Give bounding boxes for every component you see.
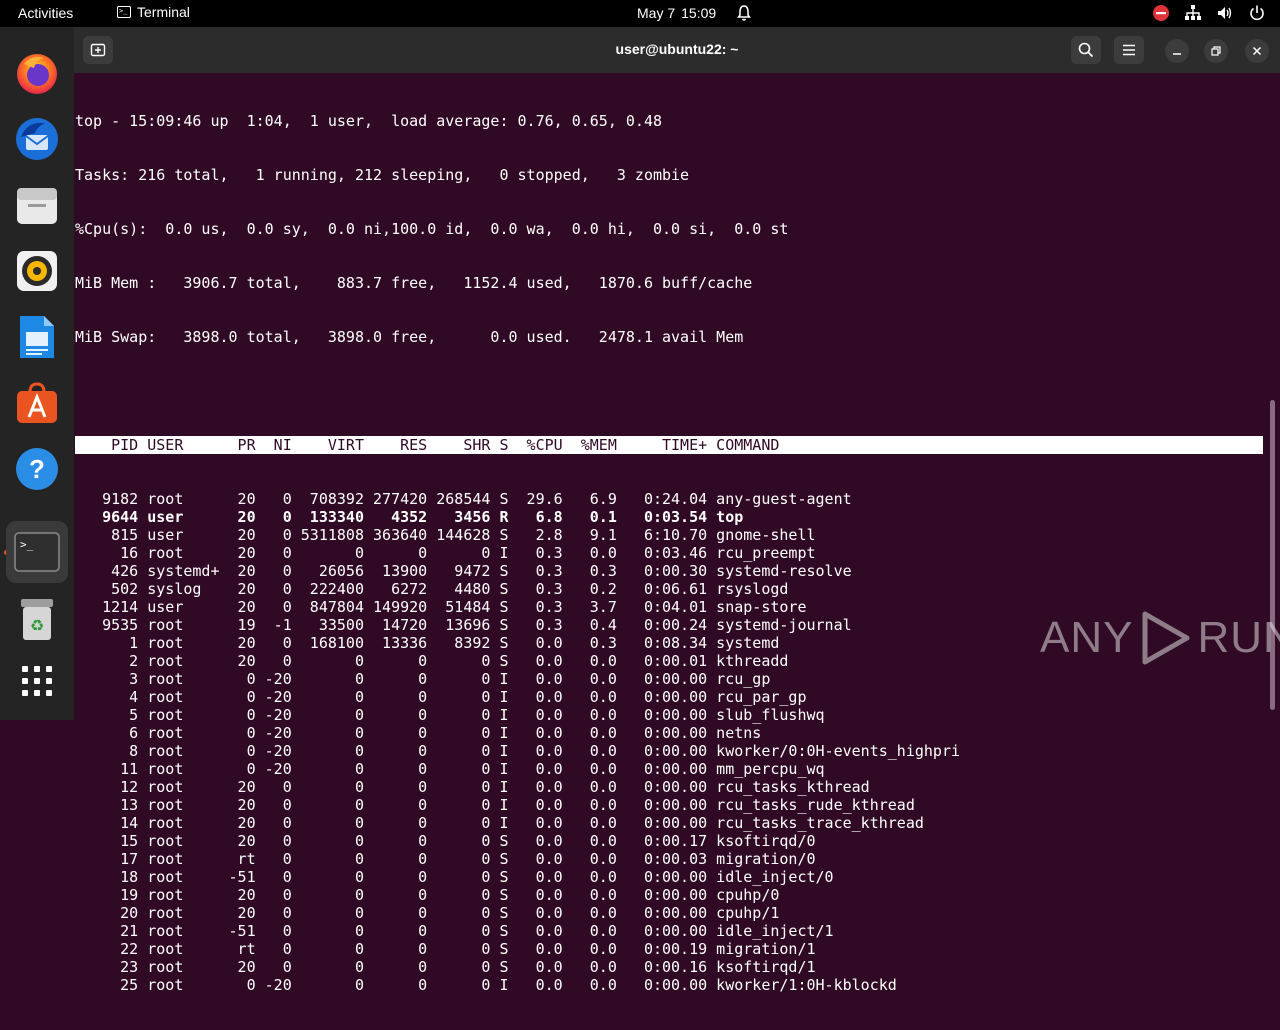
dock-terminal[interactable]: >_ <box>6 521 68 583</box>
process-row: 25 root 0 -20 0 0 0 I 0.0 0.0 0:00.00 kw… <box>75 976 897 994</box>
help-icon: ? <box>16 448 58 490</box>
clock-time: 15:09 <box>681 5 717 21</box>
process-row: 4 root 0 -20 0 0 0 I 0.0 0.0 0:00.00 rcu… <box>75 688 807 706</box>
terminal-icon: >_ <box>14 532 60 572</box>
summary-cpu: %Cpu(s): 0.0 us, 0.0 sy, 0.0 ni,100.0 id… <box>75 220 789 238</box>
system-tray[interactable] <box>1152 4 1280 22</box>
svg-text:?: ? <box>29 454 45 484</box>
bell-icon <box>737 5 751 21</box>
close-button[interactable] <box>1245 39 1269 63</box>
firefox-icon <box>17 54 57 94</box>
process-row: 16 root 20 0 0 0 0 I 0.3 0.0 0:03.46 rcu… <box>75 544 816 562</box>
volume-icon <box>1216 4 1234 22</box>
dock-app-center[interactable] <box>11 377 63 429</box>
play-logo-icon <box>1142 611 1190 665</box>
dock-writer[interactable] <box>11 311 63 363</box>
process-row: 20 root 20 0 0 0 0 S 0.0 0.0 0:00.00 cpu… <box>75 904 780 922</box>
process-row: 6 root 0 -20 0 0 0 I 0.0 0.0 0:00.00 net… <box>75 724 762 742</box>
process-row: 9644 user 20 0 133340 4352 3456 R 6.8 0.… <box>75 508 744 526</box>
apps-grid-icon <box>22 666 52 696</box>
dock-rhythmbox[interactable] <box>11 245 63 297</box>
watermark-left: ANY <box>1040 613 1134 662</box>
process-row: 9182 root 20 0 708392 277420 268544 S 29… <box>75 490 852 508</box>
process-row: 14 root 20 0 0 0 0 I 0.0 0.0 0:00.00 rcu… <box>75 814 924 832</box>
process-table-header: PID USER PR NI VIRT RES SHR S %CPU %MEM … <box>75 436 1263 454</box>
clock-date: May 7 <box>637 5 676 21</box>
rhythmbox-icon <box>17 251 57 291</box>
process-row: 21 root -51 0 0 0 0 S 0.0 0.0 0:00.00 id… <box>75 922 834 940</box>
files-icon <box>17 188 57 224</box>
header-bar: user@ubuntu22: ~ <box>74 27 1280 73</box>
summary-mem: MiB Mem : 3906.7 total, 883.7 free, 1152… <box>75 274 753 292</box>
process-row: 13 root 20 0 0 0 0 I 0.0 0.0 0:00.00 rcu… <box>75 796 915 814</box>
activities-button[interactable]: Activities <box>18 5 73 21</box>
svg-text:♻: ♻ <box>30 616 44 635</box>
terminal-output[interactable]: top - 15:09:46 up 1:04, 1 user, load ave… <box>75 76 1265 1030</box>
top-bar: Activities >_ Terminal May 7 15:09 <box>0 0 1280 27</box>
process-row: 23 root 20 0 0 0 0 S 0.0 0.0 0:00.16 kso… <box>75 958 816 976</box>
dock-show-apps[interactable] <box>11 655 63 707</box>
minimize-icon <box>1173 53 1181 55</box>
app-menu[interactable]: >_ Terminal <box>117 4 190 20</box>
process-table: 9182 root 20 0 708392 277420 268544 S 29… <box>75 490 1265 994</box>
dock-thunderbird[interactable] <box>11 113 63 165</box>
process-row: 815 user 20 0 5311808 363640 144628 S 2.… <box>75 526 816 544</box>
process-row: 15 root 20 0 0 0 0 S 0.0 0.0 0:00.17 kso… <box>75 832 816 850</box>
hamburger-icon <box>1123 44 1135 56</box>
dock: ? >_ ♻ <box>0 27 74 720</box>
trash-icon: ♻ <box>21 599 53 640</box>
process-row: 426 systemd+ 20 0 26056 13900 9472 S 0.3… <box>75 562 852 580</box>
power-icon <box>1248 4 1266 22</box>
clock[interactable]: May 7 15:09 <box>637 5 716 21</box>
writer-icon <box>20 316 54 358</box>
process-row: 18 root -51 0 0 0 0 S 0.0 0.0 0:00.00 id… <box>75 868 834 886</box>
menu-button[interactable] <box>1114 36 1144 64</box>
summary-swap: MiB Swap: 3898.0 total, 3898.0 free, 0.0… <box>75 328 744 346</box>
do-not-disturb-icon <box>1152 4 1170 22</box>
process-row: 11 root 0 -20 0 0 0 I 0.0 0.0 0:00.00 mm… <box>75 760 825 778</box>
summary-tasks: Tasks: 216 total, 1 running, 212 sleepin… <box>75 166 690 184</box>
process-row: 502 syslog 20 0 222400 6272 4480 S 0.3 0… <box>75 580 789 598</box>
search-icon <box>1078 42 1094 58</box>
watermark-right: RUN <box>1197 613 1280 662</box>
process-row: 8 root 0 -20 0 0 0 I 0.0 0.0 0:00.00 kwo… <box>75 742 961 760</box>
process-row: 22 root rt 0 0 0 0 S 0.0 0.0 0:00.19 mig… <box>75 940 816 958</box>
process-row: 17 root rt 0 0 0 0 S 0.0 0.0 0:00.03 mig… <box>75 850 816 868</box>
dock-firefox[interactable] <box>11 47 63 99</box>
process-row: 3 root 0 -20 0 0 0 I 0.0 0.0 0:00.00 rcu… <box>75 670 771 688</box>
dock-files[interactable] <box>11 179 63 231</box>
anyrun-watermark: ANY RUN <box>1040 608 1280 668</box>
software-icon <box>17 382 57 423</box>
process-row: 5 root 0 -20 0 0 0 I 0.0 0.0 0:00.00 slu… <box>75 706 825 724</box>
process-row: 19 root 20 0 0 0 0 S 0.0 0.0 0:00.00 cpu… <box>75 886 780 904</box>
thunderbird-icon <box>16 118 58 160</box>
minimize-button[interactable] <box>1165 39 1189 63</box>
process-row: 12 root 20 0 0 0 0 I 0.0 0.0 0:00.00 rcu… <box>75 778 870 796</box>
restore-icon <box>1211 46 1221 56</box>
dock-trash[interactable]: ♻ <box>11 593 63 645</box>
dock-help[interactable]: ? <box>11 443 63 495</box>
maximize-button[interactable] <box>1204 39 1228 63</box>
app-name: Terminal <box>137 4 190 20</box>
terminal-app-icon: >_ <box>117 6 131 18</box>
network-icon <box>1184 4 1202 22</box>
close-icon <box>1252 46 1262 56</box>
summary-uptime: top - 15:09:46 up 1:04, 1 user, load ave… <box>75 112 662 130</box>
svg-text:>_: >_ <box>20 538 34 551</box>
search-button[interactable] <box>1071 36 1101 64</box>
